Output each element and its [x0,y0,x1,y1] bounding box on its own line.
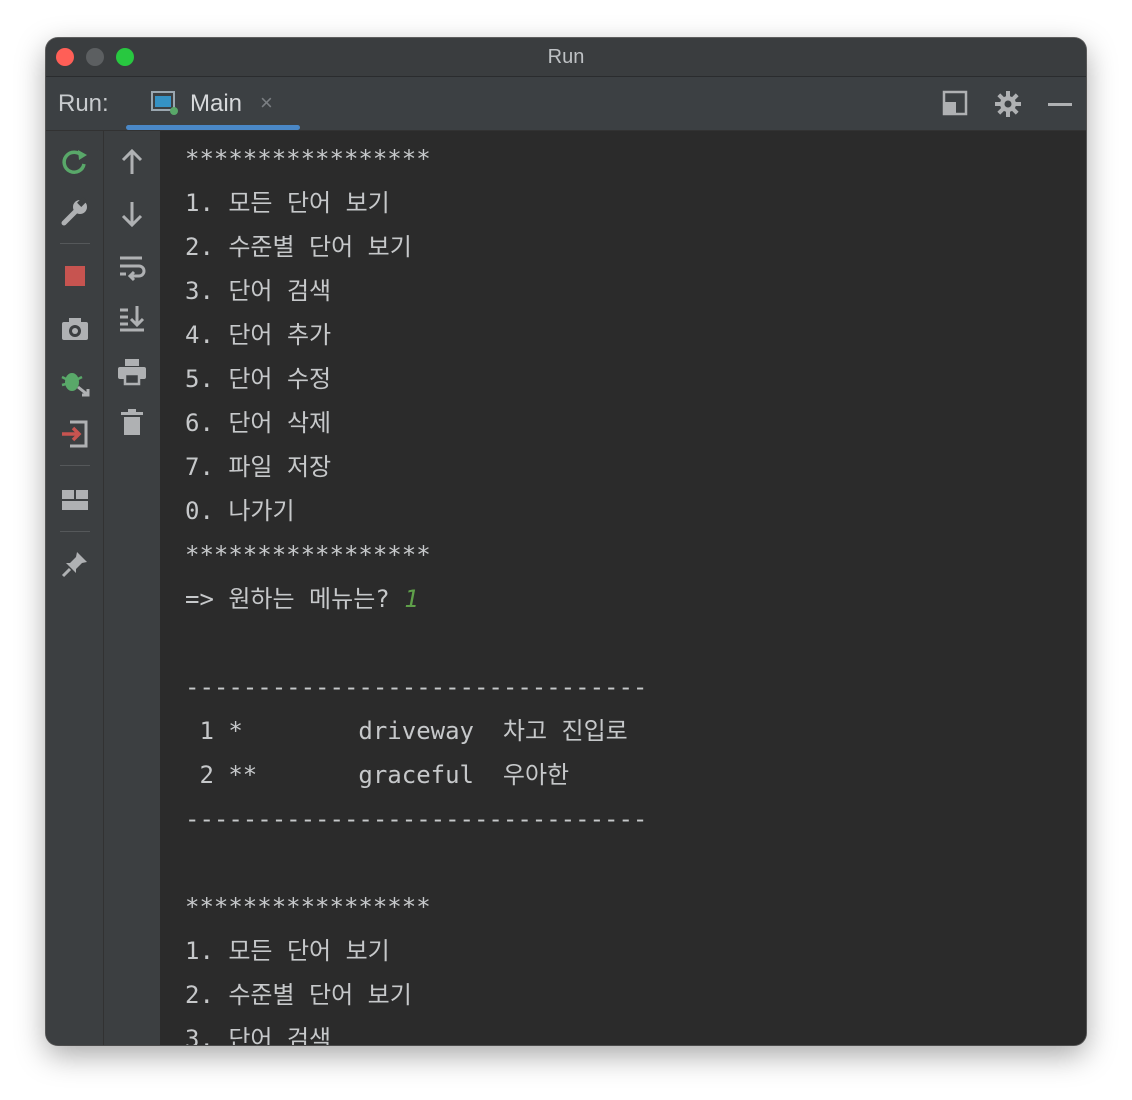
console-line: ***************** [185,541,431,569]
run-window: Run Run: Main × ***************** 1. 모든 … [46,38,1086,1045]
layout-icon[interactable] [60,485,90,515]
run-label: Run: [58,90,109,117]
console-line-text: 4. 단어 추가 [185,321,332,349]
tab-label: Main [190,90,243,117]
minimize-icon[interactable] [1046,90,1074,118]
console-line-text: ***************** [185,145,431,173]
login-icon[interactable] [60,419,90,449]
console-line: ***************** [185,893,431,921]
console-line-text: 0. 나가기 [185,497,295,525]
run-toolbar: Run: Main × [46,77,1086,131]
console-output[interactable]: ***************** 1. 모든 단어 보기 2. 수준별 단어 보기… [161,131,1086,1045]
scroll-to-end-icon[interactable] [117,303,147,333]
rerun-icon[interactable] [60,147,90,177]
console-line-text: ***************** [185,893,431,921]
camera-icon[interactable] [60,314,90,344]
console-line-text: 5. 단어 수정 [185,365,332,393]
pin-icon[interactable] [60,549,90,579]
console-line-text: => 원하는 메뉴는? [185,585,405,613]
arrow-up-icon[interactable] [117,147,147,177]
console-line: 2. 수준별 단어 보기 [185,981,412,1009]
title-bar: Run [46,38,1086,77]
print-icon[interactable] [117,357,147,387]
console-line: 0. 나가기 [185,497,295,525]
console-line-text: 2. 수준별 단어 보기 [185,981,412,1009]
console-line-text: 6. 단어 삭제 [185,409,332,437]
console-line: 1. 모든 단어 보기 [185,937,390,965]
stop-icon[interactable] [60,261,90,291]
tab-close-icon[interactable]: × [260,90,273,116]
gutter-divider [60,243,90,244]
console-line: 5. 단어 수정 [185,365,331,393]
console-line: 4. 단어 추가 [185,321,331,349]
soft-wrap-icon[interactable] [117,252,147,282]
active-tab-indicator [126,125,300,130]
console-line: ***************** [185,145,431,173]
console-line-text: -------------------------------- [185,673,648,701]
arrow-down-icon[interactable] [117,199,147,229]
console-line: 7. 파일 저장 [185,453,331,481]
console-line-text: 1 * driveway 차고 진입로 [185,717,628,745]
tab-main[interactable]: Main × [126,77,300,130]
console-line-text: 2. 수준별 단어 보기 [185,233,412,261]
user-input-value: 1 [404,585,419,613]
gutter-divider [60,465,90,466]
wrench-icon[interactable] [60,197,90,227]
console-line-text: 7. 파일 저장 [185,453,332,481]
run-actions-gutter [46,131,104,1045]
console-line: 2 ** graceful 우아한 [185,761,569,789]
console-line: => 원하는 메뉴는? 1 [185,585,419,613]
console-line: 2. 수준별 단어 보기 [185,233,412,261]
console-line-text: 3. 단어 검색 [185,277,332,305]
layout-icon[interactable] [942,90,970,118]
console-line: 1 * driveway 차고 진입로 [185,717,628,745]
console-line-text: 1. 모든 단어 보기 [185,189,390,217]
trash-icon[interactable] [117,407,147,437]
console-line: 1. 모든 단어 보기 [185,189,390,217]
window-title: Run [547,46,585,68]
console-line-text: ***************** [185,541,431,569]
console-actions-gutter [104,131,160,1045]
console-line: 3. 단어 검색 [185,277,331,305]
debug-icon[interactable] [60,367,90,397]
gear-icon[interactable] [994,90,1022,118]
console-line: -------------------------------- [185,805,647,833]
console-line-text: 3. 단어 검색 [185,1025,332,1045]
console-line-text: 2 ** graceful 우아한 [185,761,570,789]
application-run-icon [151,91,178,115]
console-line: 6. 단어 삭제 [185,409,331,437]
console-line: 3. 단어 검색 [185,1025,331,1045]
console-line-text: -------------------------------- [185,805,648,833]
console-line: -------------------------------- [185,673,647,701]
gutter-divider [60,531,90,532]
console-line-text: 1. 모든 단어 보기 [185,937,390,965]
